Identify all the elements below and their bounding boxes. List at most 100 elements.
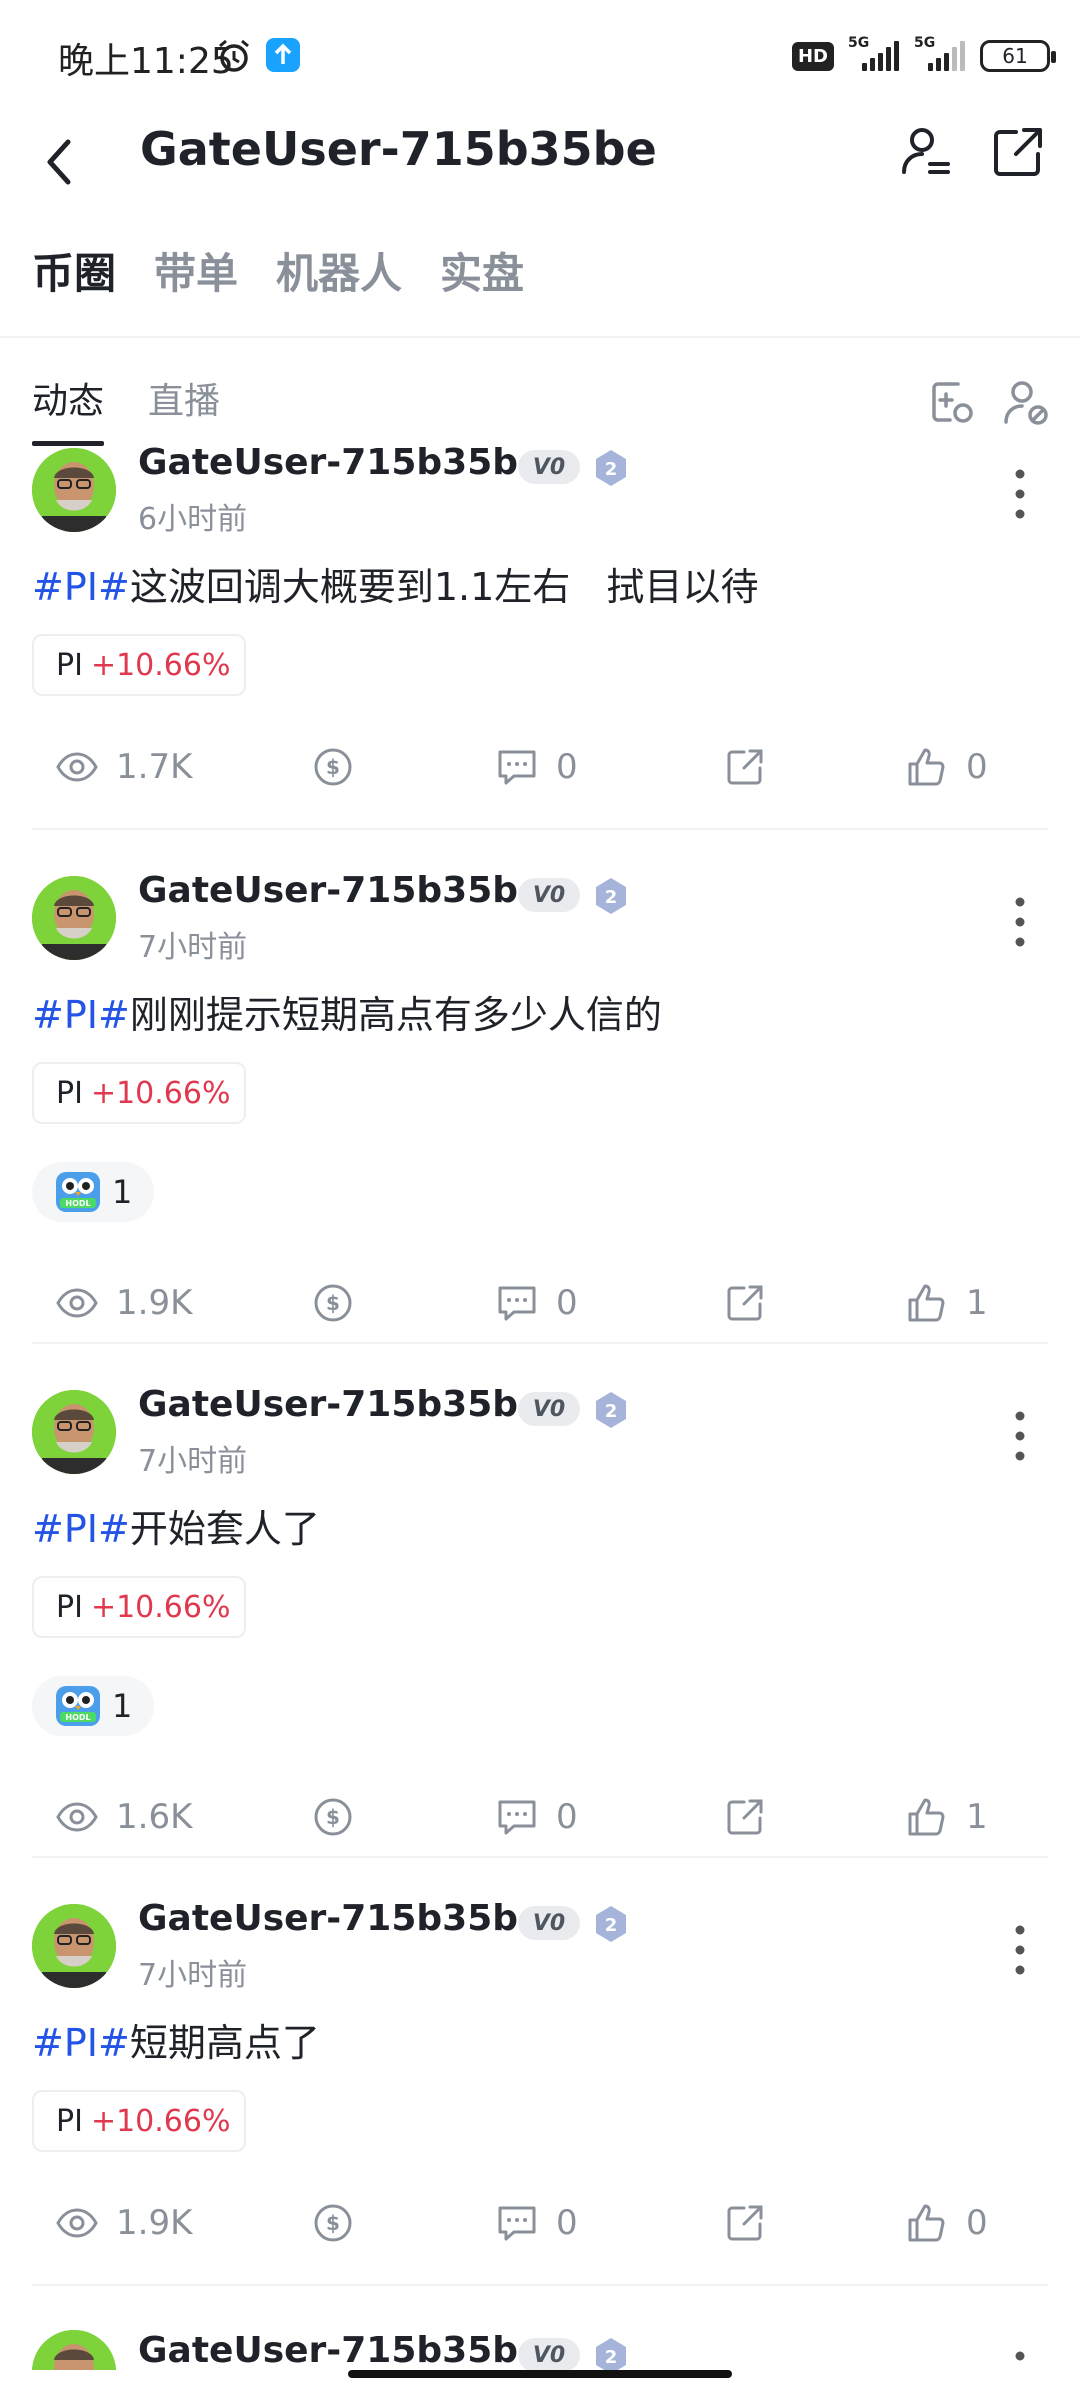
coin-chip[interactable]: PI +10.66% [32,1062,246,1124]
vip-badge: V0 [518,2338,580,2370]
like-button[interactable]: 0 [906,2202,988,2244]
share-icon[interactable] [990,124,1046,180]
views-stat: 1.6K [56,1796,192,1838]
more-options-icon[interactable] [1010,466,1030,522]
repost-icon [727,1799,763,1835]
coin-symbol: PI [56,2103,83,2139]
divider [0,336,1080,338]
tab-coin-circle[interactable]: 币圈 [32,240,116,320]
tip-button[interactable]: $ [312,1796,354,1838]
divider [32,2284,1048,2286]
post-text[interactable]: #PI#开始套人了 [32,1498,320,1553]
avatar[interactable] [32,1904,116,1988]
tip-button[interactable]: $ [312,2202,354,2244]
comment-button[interactable]: 0 [496,2202,578,2244]
back-icon[interactable] [40,132,80,192]
eye-icon [56,2208,98,2238]
post-body: 短期高点了 [129,2021,320,2065]
post-author[interactable]: GateUser-715b35be [138,870,542,911]
level-badge-icon: 2 [596,1906,626,1942]
coin-chip[interactable]: PI +10.66% [32,634,246,696]
coin-chip[interactable]: PI +10.66% [32,1576,246,1638]
svg-text:2: 2 [605,887,618,908]
tip-coin-icon: $ [314,2204,352,2242]
tip-coin-icon: $ [314,1284,352,1322]
tab-live[interactable]: 直播 [148,372,220,446]
sub-tab-bar: 动态 直播 [32,372,220,446]
comment-count: 0 [556,2203,578,2243]
user-settings-icon[interactable] [898,124,954,180]
views-stat: 1.7K [56,746,192,788]
like-button[interactable]: 0 [906,746,988,788]
divider [32,1342,1048,1344]
comment-button[interactable]: 0 [496,746,578,788]
user-filter-icon[interactable] [1002,378,1050,426]
alarm-icon [219,39,249,72]
tab-live-account[interactable]: 实盘 [440,240,524,320]
more-options-icon[interactable] [1010,1408,1030,1464]
avatar[interactable] [32,448,116,532]
coin-chip[interactable]: PI +10.66% [32,2090,246,2152]
svg-text:$: $ [326,2211,340,2235]
repost-icon [727,749,763,785]
page-title: GateUser-715b35be [140,122,657,176]
post-hashtag[interactable]: #PI# [32,565,130,609]
hodl-owl-icon: HODL [56,1172,100,1212]
tip-button[interactable]: $ [312,746,354,788]
add-post-icon[interactable] [928,378,976,426]
post-hashtag[interactable]: #PI# [32,1507,130,1551]
post-author[interactable]: GateUser-715b35be [138,2330,542,2370]
tab-feed[interactable]: 动态 [32,372,105,446]
like-count: 0 [966,747,988,787]
post-author[interactable]: GateUser-715b35be [138,1384,542,1425]
comment-count: 0 [556,1797,578,1837]
avatar[interactable] [32,876,116,960]
tab-bots[interactable]: 机器人 [276,240,402,320]
avatar[interactable] [32,2330,116,2370]
views-stat: 1.9K [56,2202,192,2244]
home-indicator[interactable] [348,2370,732,2378]
repost-button[interactable] [724,746,766,788]
comment-icon [498,2206,536,2241]
vip-badge: V0 [518,878,580,912]
repost-button[interactable] [724,1282,766,1324]
post-text[interactable]: #PI#这波回调大概要到1.1左右 拭目以待 [32,556,758,611]
reaction-chip[interactable]: HODL 1 [32,1162,154,1222]
svg-text:2: 2 [605,2347,618,2368]
status-time: 晚上11:25 [58,41,234,82]
comment-button[interactable]: 0 [496,1796,578,1838]
reaction-chip[interactable]: HODL 1 [32,1676,154,1736]
svg-text:HODL: HODL [65,1199,90,1208]
status-bar: 晚上11:25 HD 5G 5G 61 [0,0,1080,110]
like-button[interactable]: 1 [906,1796,988,1838]
svg-text:HODL: HODL [65,1713,90,1722]
top-tab-bar: 币圈 带单 机器人 实盘 [32,240,524,320]
more-options-icon[interactable] [1010,1922,1030,1978]
post-actions: 1.9K $ 0 1 [0,1282,1080,1342]
post-hashtag[interactable]: #PI# [32,2021,130,2065]
comment-count: 0 [556,747,578,787]
repost-button[interactable] [724,2202,766,2244]
post-author[interactable]: GateUser-715b35be [138,442,542,483]
more-options-icon[interactable] [1010,894,1030,950]
post-body: 这波回调大概要到1.1左右 拭目以待 [129,565,759,609]
more-options-icon[interactable] [1010,2348,1030,2370]
post-text[interactable]: #PI#刚刚提示短期高点有多少人信的 [32,984,662,1039]
views-count: 1.9K [116,1283,193,1323]
post-actions: 1.6K $ 0 1 [0,1796,1080,1856]
comment-count: 0 [556,1283,578,1323]
vip-badge: V0 [518,1392,580,1426]
post-card[interactable]: GateUser-715b35be V0 2 [0,2330,1080,2370]
repost-button[interactable] [724,1796,766,1838]
views-stat: 1.9K [56,1282,192,1324]
post-author[interactable]: GateUser-715b35be [138,1898,542,1939]
coin-symbol: PI [56,1075,83,1111]
like-button[interactable]: 1 [906,1282,988,1324]
post-hashtag[interactable]: #PI# [32,993,130,1037]
tip-button[interactable]: $ [312,1282,354,1324]
comment-button[interactable]: 0 [496,1282,578,1324]
post-text[interactable]: #PI#短期高点了 [32,2012,320,2067]
tab-copy-trading[interactable]: 带单 [154,240,238,320]
avatar[interactable] [32,1390,116,1474]
coin-symbol: PI [56,1589,83,1625]
